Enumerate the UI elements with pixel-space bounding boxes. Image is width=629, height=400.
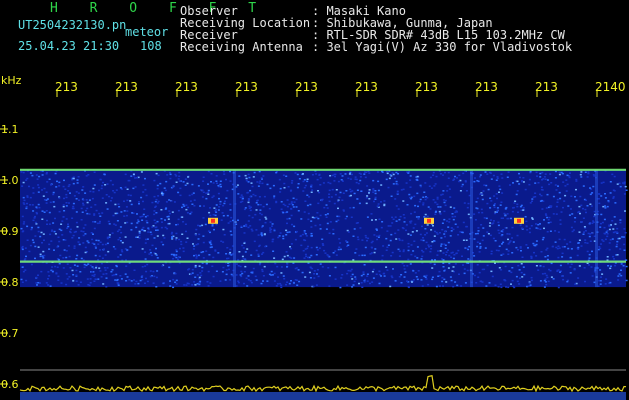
vertical-streak (470, 169, 473, 288)
vertical-streak (595, 169, 598, 288)
y-tick-label: 0.7 (1, 327, 19, 340)
y-axis-label: kHz (1, 74, 22, 87)
x-tick-label: 213 (175, 80, 198, 94)
amplitude-floor (20, 392, 626, 400)
noise-band (20, 169, 626, 288)
x-tick-label: 213 (475, 80, 498, 94)
x-tick-label: 213 (535, 80, 558, 94)
x-tick-label: 213 (235, 80, 258, 94)
meteor-echo-core (517, 218, 521, 223)
y-tick-label: 0.6 (1, 378, 19, 391)
y-tick-label: 0.8 (1, 276, 19, 289)
meteor-echo-core (211, 218, 215, 223)
x-tick-label: 2140 (595, 80, 626, 94)
spectrogram-chart: kHz 1.1 1.0 0.9 0.8 0.7 0.6 213 213 213 213 213 213… (0, 74, 628, 400)
x-tick-label: 213 (55, 80, 78, 94)
x-tick-label: 213 (295, 80, 318, 94)
x-tick-label: 213 (355, 80, 378, 94)
y-tick-label: 1.0 (1, 174, 19, 187)
x-tick-label: 213 (115, 80, 138, 94)
amplitude-trace (19, 374, 627, 393)
y-tick-label: 0.9 (1, 225, 19, 238)
vertical-streak (233, 169, 236, 288)
y-tick-label: 1.1 (1, 123, 19, 136)
x-tick-label: 213 (415, 80, 438, 94)
meteor-echo-core (427, 218, 431, 223)
